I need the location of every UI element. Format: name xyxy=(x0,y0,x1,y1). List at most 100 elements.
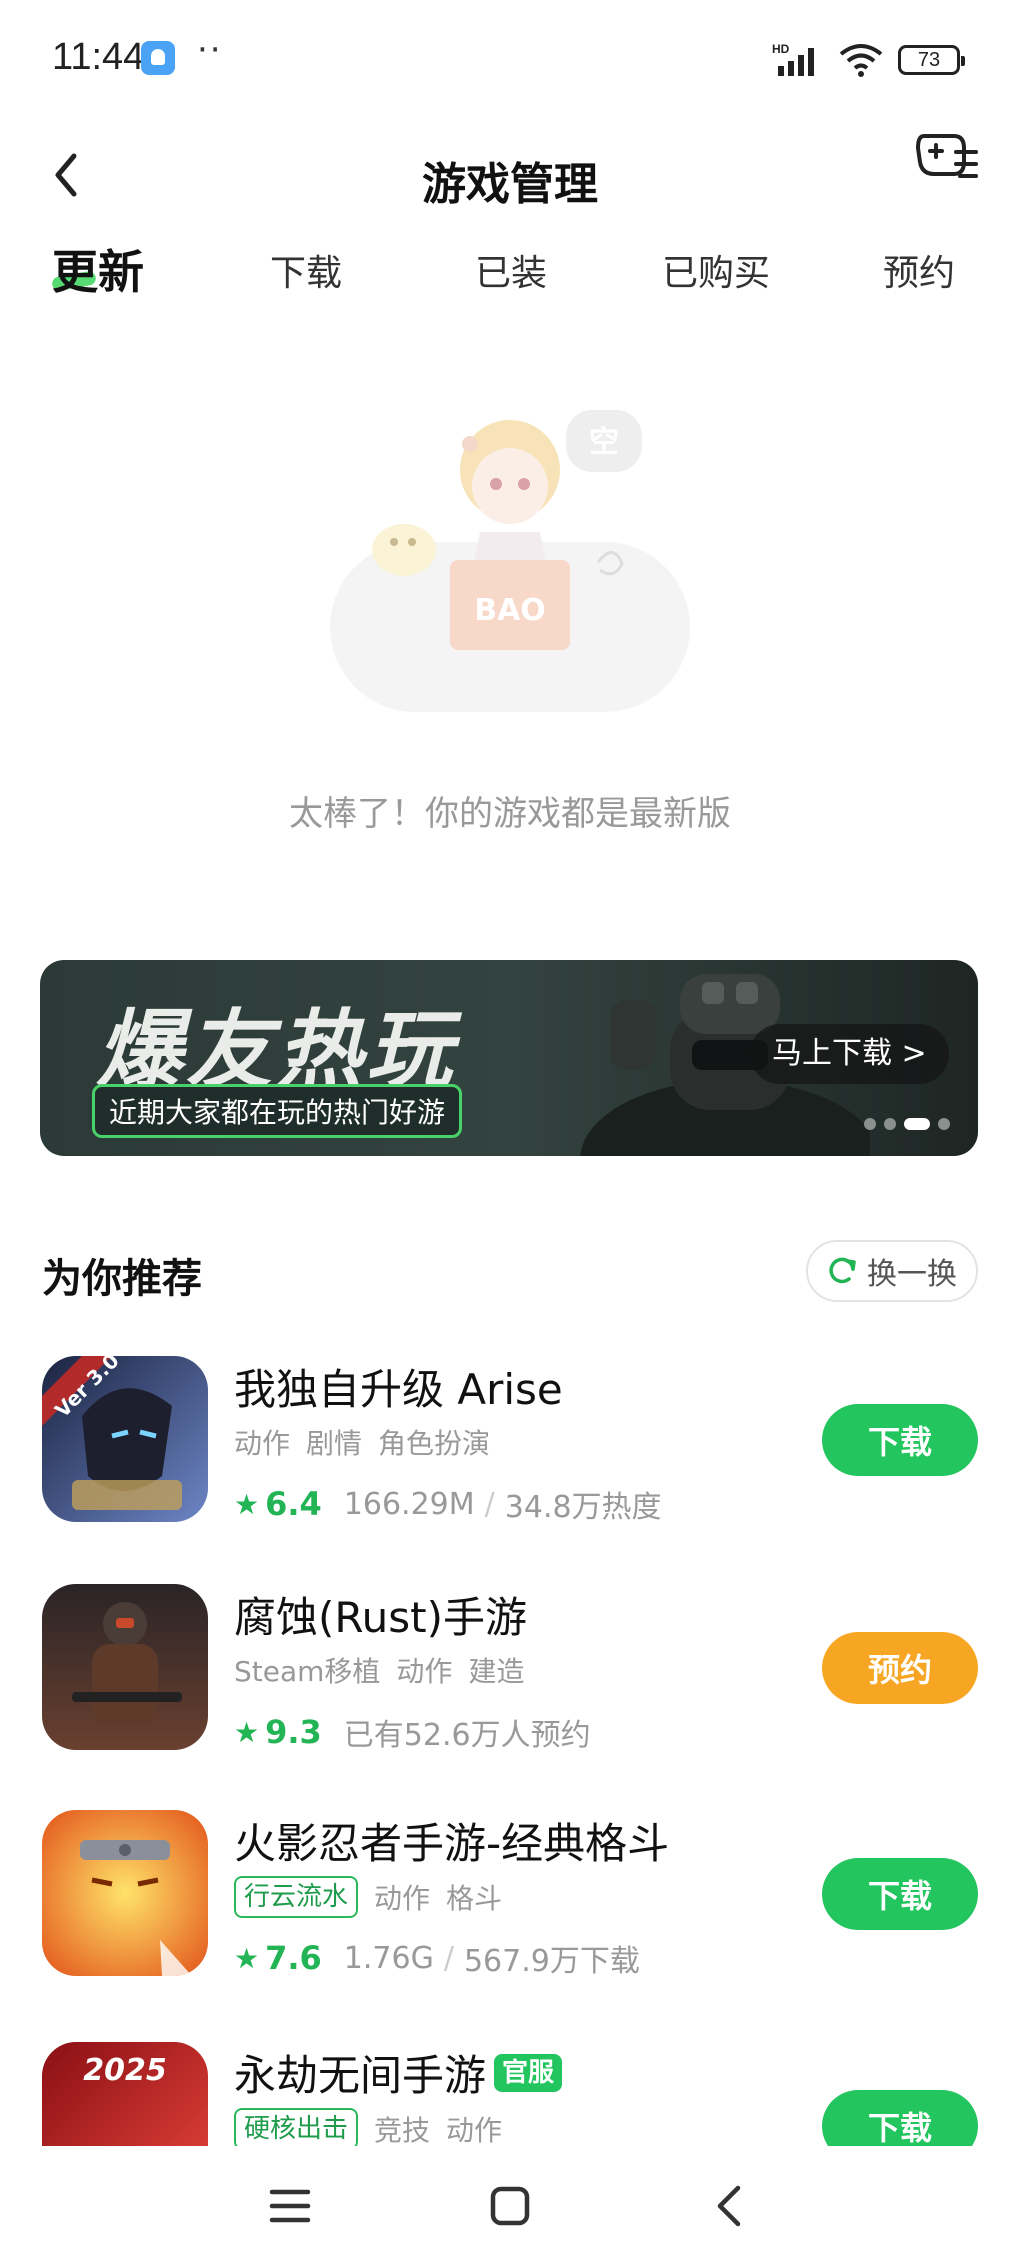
app-tag: 角色扮演 xyxy=(378,1427,491,1460)
app-rating: 7.6 xyxy=(265,1939,322,1977)
banner-subtitle: 近期大家都在玩的热门好游 xyxy=(92,1084,463,1138)
list-item[interactable]: Ver 3.0 我独自升级 Arise 动作 剧情 角色扮演 ★ 6.4 166… xyxy=(0,1356,1020,1556)
tab-download[interactable]: 下载 xyxy=(270,244,342,296)
app-meta: ★ 7.6 1.76G / 567.9万下载 xyxy=(234,1936,640,1980)
banner-dot xyxy=(938,1118,950,1130)
app-size: 166.29M xyxy=(343,1486,475,1522)
menu-icon xyxy=(269,2189,311,2223)
wifi-icon xyxy=(839,44,883,77)
app-tag: 建造 xyxy=(468,1655,525,1688)
meta-separator: / xyxy=(443,1940,454,1976)
promo-banner[interactable]: 爆友热玩 近期大家都在玩的热门好游 马上下载 > xyxy=(40,960,978,1156)
star-icon: ★ xyxy=(234,1715,260,1749)
app-icon-solo-leveling[interactable]: Ver 3.0 xyxy=(42,1356,208,1522)
list-item[interactable]: 火影忍者手游-经典格斗 行云流水 动作 格斗 ★ 7.6 1.76G / 567… xyxy=(0,1810,1020,2010)
system-navigation-bar xyxy=(0,2146,1020,2267)
recommend-section-title: 为你推荐 xyxy=(42,1256,202,1302)
app-artwork: 2025 xyxy=(42,2042,208,2146)
app-name[interactable]: 永劫无间手游 官服 xyxy=(234,2042,563,2103)
app-tag: 动作 xyxy=(446,2114,503,2146)
network-type-label: HD xyxy=(772,42,790,56)
refresh-label: 换一换 xyxy=(867,1257,957,1292)
recent-apps-button[interactable] xyxy=(260,2176,320,2236)
reserve-button[interactable]: 预约 xyxy=(822,1632,978,1704)
system-back-button[interactable] xyxy=(700,2176,760,2236)
more-notifications-icon: ·· xyxy=(197,30,223,70)
app-size: 1.76G xyxy=(343,1940,434,1976)
app-artwork: Ver 3.0 xyxy=(42,1356,208,1522)
chevron-left-icon xyxy=(717,2185,741,2227)
battery-level: 73 xyxy=(917,48,941,71)
app-tag: 格斗 xyxy=(446,1882,503,1915)
app-name-text: 火影忍者手游-经典格斗 xyxy=(234,1819,670,1868)
refresh-icon xyxy=(829,1257,856,1284)
notification-app-icon xyxy=(141,41,175,75)
status-right: HD 73 xyxy=(772,40,965,80)
download-button[interactable]: 下载 xyxy=(822,1858,978,1930)
tab-update[interactable]: 更新 xyxy=(52,236,144,302)
banner-dot xyxy=(884,1118,896,1130)
app-name-text: 我独自升级 Arise xyxy=(234,1365,563,1414)
app-highlight-tag: 行云流水 xyxy=(234,1876,359,1918)
app-icon-badge: 2025 xyxy=(83,2053,167,2088)
app-reservations: 已有52.6万人预约 xyxy=(343,1718,591,1753)
list-item[interactable]: 腐蚀(Rust)手游 Steam移植 动作 建造 ★ 9.3 已有52.6万人预… xyxy=(0,1584,1020,1784)
tab-purchased[interactable]: 已购买 xyxy=(662,244,770,296)
meta-separator: / xyxy=(484,1486,495,1522)
app-name-text: 腐蚀(Rust)手游 xyxy=(234,1593,528,1642)
app-tags: 行云流水 动作 格斗 xyxy=(234,1876,502,1918)
app-icon-naraka[interactable]: 2025 xyxy=(42,2042,208,2146)
status-bar: 11:44 ·· HD 73 xyxy=(0,0,1020,120)
tab-bar: 更新 下载 已装 已购买 预约 xyxy=(0,232,1020,312)
app-tags: Steam移植 动作 建造 xyxy=(234,1650,524,1690)
app-meta: ★ 9.3 已有52.6万人预约 xyxy=(234,1710,591,1754)
app-tags: 硬核出击 竞技 动作 xyxy=(234,2108,502,2146)
app-name[interactable]: 我独自升级 Arise xyxy=(234,1356,563,1417)
app-rating: 6.4 xyxy=(265,1485,322,1523)
gamepad-list-icon xyxy=(916,134,978,178)
app-name[interactable]: 火影忍者手游-经典格斗 xyxy=(234,1810,669,1871)
app-artwork xyxy=(42,1810,208,1976)
empty-state-illustration: 空 BAO xyxy=(330,410,690,712)
empty-state-message: 太棒了！你的游戏都是最新版 xyxy=(289,794,731,834)
signal-icon: HD xyxy=(772,42,814,76)
app-rating: 9.3 xyxy=(265,1713,322,1751)
game-settings-button[interactable] xyxy=(914,124,980,190)
banner-pagination xyxy=(864,1118,950,1130)
refresh-button[interactable]: 换一换 xyxy=(806,1240,978,1302)
square-icon xyxy=(490,2186,530,2226)
banner-dot xyxy=(864,1118,876,1130)
app-tag: 动作 xyxy=(396,1655,453,1688)
app-tag: 动作 xyxy=(234,1427,291,1460)
app-artwork xyxy=(42,1584,208,1750)
download-button[interactable]: 下载 xyxy=(822,1404,978,1476)
app-icon-naruto[interactable] xyxy=(42,1810,208,1976)
empty-box-label: BAO xyxy=(474,593,546,628)
app-downloads: 567.9万下载 xyxy=(463,1944,640,1979)
star-icon: ★ xyxy=(234,1941,260,1975)
app-popularity: 34.8万热度 xyxy=(504,1490,662,1525)
banner-download-button[interactable]: 马上下载 > xyxy=(750,1024,949,1084)
banner-dot-active xyxy=(904,1118,930,1130)
app-tags: 动作 剧情 角色扮演 xyxy=(234,1422,490,1462)
app-tag: Steam移植 xyxy=(234,1655,381,1688)
home-button[interactable] xyxy=(480,2176,540,2236)
official-badge: 官服 xyxy=(494,2053,563,2092)
app-icon-rust[interactable] xyxy=(42,1584,208,1750)
top-app-bar: 游戏管理 xyxy=(0,120,1020,230)
app-meta: ★ 6.4 166.29M / 34.8万热度 xyxy=(234,1482,662,1526)
battery-icon: 73 xyxy=(898,45,965,75)
page-title: 游戏管理 xyxy=(422,159,598,210)
status-time: 11:44 xyxy=(52,36,145,78)
list-item[interactable]: 2025 永劫无间手游 官服 硬核出击 竞技 动作 下载 xyxy=(0,2042,1020,2146)
star-icon: ★ xyxy=(234,1487,260,1521)
empty-bubble-label: 空 xyxy=(589,425,619,460)
app-tag: 竞技 xyxy=(374,2114,431,2146)
app-name[interactable]: 腐蚀(Rust)手游 xyxy=(234,1584,527,1645)
app-highlight-tag: 硬核出击 xyxy=(234,2108,359,2146)
app-name-text: 永劫无间手游 xyxy=(234,2051,487,2100)
app-tag: 动作 xyxy=(374,1882,431,1915)
download-button[interactable]: 下载 xyxy=(822,2090,978,2146)
tab-reserved[interactable]: 预约 xyxy=(883,244,955,296)
tab-installed[interactable]: 已装 xyxy=(475,244,547,296)
